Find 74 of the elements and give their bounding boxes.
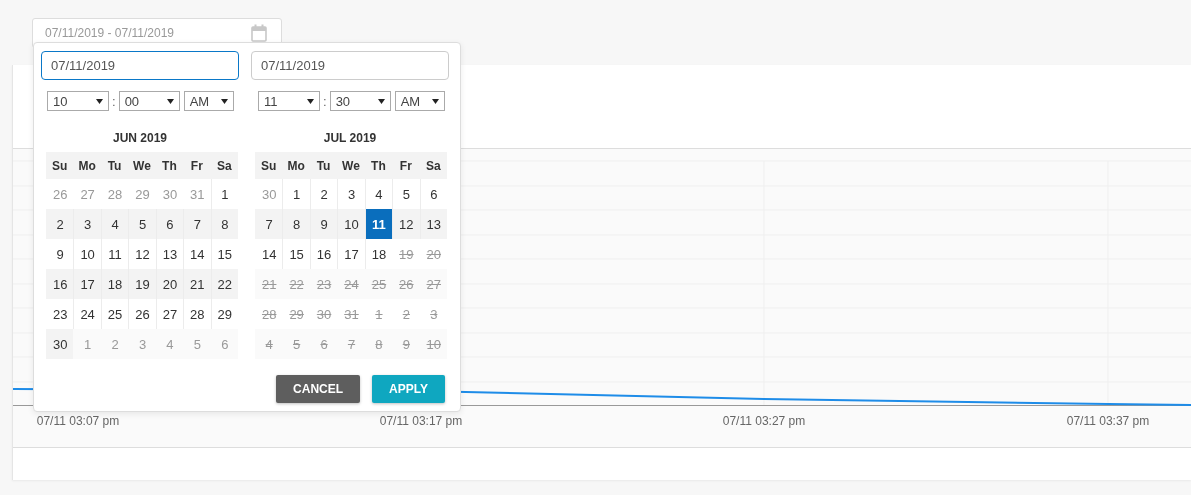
calendar-day[interactable]: 8 [282,209,310,239]
calendar-day[interactable]: 18 [100,269,129,299]
axis-label: 07/11 03:27 pm [722,414,806,428]
weekday-header: Th [364,152,393,179]
calendar-day: 6 [309,329,338,359]
calendar-day[interactable]: 4 [100,209,129,239]
calendar-day: 22 [282,269,310,299]
hour-select[interactable]: 10 [47,91,109,111]
weekday-header: Sa [210,152,238,179]
axis-label: 07/11 03:07 pm [36,414,120,428]
calendar-day: 26 [392,269,420,299]
calendar-day: 23 [309,269,338,299]
calendar-icon[interactable] [251,24,267,42]
calendar-day[interactable]: 22 [210,269,238,299]
calendar-day[interactable]: 7 [183,209,211,239]
hour-select[interactable]: 11 [258,91,320,111]
ampm-select[interactable]: AM [394,91,445,111]
caret-icon [307,98,314,104]
caret-icon [96,98,103,104]
axis-label: 07/11 03:37 pm [1066,414,1150,428]
caret-icon [431,98,439,104]
time-separator: : [112,93,116,109]
minute-select[interactable]: 00 [118,91,180,111]
calendar-day[interactable]: 19 [128,269,156,299]
weekday-header: Fr [392,152,420,179]
calendar-day[interactable]: 2 [46,209,74,239]
calendar-day[interactable]: 17 [73,269,101,299]
calendar-day[interactable]: 9 [309,209,338,239]
calendar-day: 24 [337,269,365,299]
calendar-day: 10 [419,329,447,359]
calendar-day[interactable]: 20 [155,269,184,299]
calendar-day: 8 [364,329,393,359]
calendar-day[interactable]: 5 [128,209,156,239]
calendar-day[interactable]: 16 [46,269,74,299]
caret-icon [220,98,228,104]
calendar-day: 27 [419,269,447,299]
weekday-header: Tu [100,152,129,179]
calendar-day: 25 [364,269,393,299]
date-input[interactable]: 07/11/2019 [41,51,239,80]
weekday-header: Tu [309,152,338,179]
caret-icon [377,98,385,104]
calendar-day[interactable]: 10 [337,209,365,239]
weekday-header: Su [255,152,283,179]
weekday-header: Th [155,152,184,179]
cancel-button[interactable]: CANCEL [276,375,361,403]
date-input[interactable]: 07/11/2019 [251,51,449,80]
calendar-day: 7 [337,329,365,359]
calendar-day[interactable]: 7 [255,209,283,239]
calendar-day[interactable]: 11 [364,209,393,239]
calendar-day[interactable]: 3 [73,209,101,239]
calendar-day: 4 [255,329,283,359]
weekday-header: Mo [73,152,101,179]
axis-label: 07/11 03:17 pm [379,414,463,428]
month-title: JUL 2019 [322,131,378,145]
calendar-day[interactable]: 21 [183,269,211,299]
weekday-header: We [128,152,156,179]
caret-icon [166,98,174,104]
weekday-header: Fr [183,152,211,179]
calendar-day: 9 [392,329,420,359]
calendar-day[interactable]: 8 [210,209,238,239]
calendar-day[interactable]: 12 [392,209,420,239]
calendar-day: 21 [255,269,283,299]
calendar-day: 5 [282,329,310,359]
weekday-header: Su [46,152,74,179]
calendar-day[interactable]: 6 [155,209,184,239]
minute-select[interactable]: 30 [329,91,391,111]
weekday-header: We [337,152,365,179]
month-title: JUN 2019 [111,131,168,145]
calendar-day[interactable]: 13 [419,209,447,239]
calendar-day[interactable]: 30 [46,329,74,359]
ampm-select[interactable]: AM [183,91,234,111]
weekday-header: Mo [282,152,310,179]
weekday-header: Sa [419,152,447,179]
time-separator: : [323,93,327,109]
